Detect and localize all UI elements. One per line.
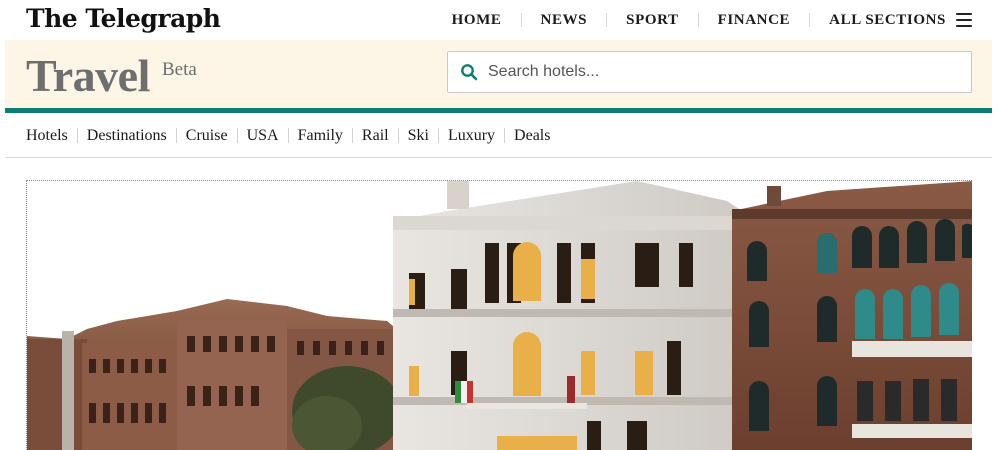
venice-palazzo-illustration [27,181,972,450]
section-hotels[interactable]: Hotels [26,127,77,143]
telegraph-logo[interactable]: The Telegraph [26,4,221,33]
section-navigation: Hotels Destinations Cruise USA Family Ra… [26,124,559,146]
section-ski[interactable]: Ski [397,127,438,143]
search-icon [461,64,478,81]
section-deals[interactable]: Deals [504,127,559,143]
travel-header: Travel Beta [5,40,992,108]
section-divider [5,157,992,158]
nav-home[interactable]: HOME [452,13,521,28]
nav-news[interactable]: NEWS [520,13,607,28]
search-input[interactable] [488,63,958,81]
search-box[interactable] [447,51,972,93]
travel-title[interactable]: Travel [26,48,150,104]
section-cruise[interactable]: Cruise [175,127,237,143]
accent-divider [5,108,992,113]
beta-badge: Beta [162,59,197,80]
section-luxury[interactable]: Luxury [437,127,504,143]
section-family[interactable]: Family [287,127,352,143]
nav-all-sections[interactable]: ALL SECTIONS [809,13,956,28]
section-rail[interactable]: Rail [351,127,398,143]
section-usa[interactable]: USA [236,127,288,143]
section-destinations[interactable]: Destinations [76,127,176,143]
nav-finance[interactable]: FINANCE [697,13,810,28]
hamburger-menu-icon[interactable] [956,13,972,27]
hero-image[interactable] [26,180,972,450]
top-navigation: HOME NEWS SPORT FINANCE ALL SECTIONS [452,0,972,40]
nav-sport[interactable]: SPORT [606,13,697,28]
top-bar: The Telegraph HOME NEWS SPORT FINANCE AL… [0,0,1000,40]
